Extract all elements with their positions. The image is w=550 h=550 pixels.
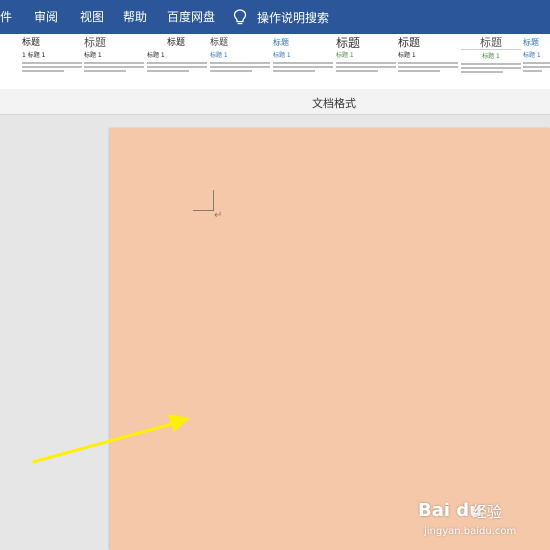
style-thumb[interactable]: 标题 标题 1 <box>336 37 396 87</box>
style-gallery: 标题 1 标题 1 标题 标题 1 标题 标题 1 标题 标题 1 标题 标题 … <box>0 34 550 89</box>
tab-file[interactable]: 件 <box>0 9 12 25</box>
style-subtitle: 标题 1 <box>398 52 416 59</box>
style-title: 标题 <box>398 37 420 49</box>
style-subtitle: 1 标题 1 <box>22 52 46 59</box>
watermark-text: 经验 <box>472 503 503 521</box>
style-title: 标题 <box>523 38 539 47</box>
margin-corner-mark <box>193 190 214 211</box>
style-subtitle: 标题 1 <box>84 52 102 59</box>
group-label-document-formatting: 文档格式 <box>312 97 356 110</box>
style-thumb[interactable]: 标题 标题 1 <box>147 37 207 87</box>
style-title: 标题 <box>167 38 186 48</box>
style-thumb[interactable]: 标题 标题 1 <box>523 37 550 87</box>
tab-baidu-netdisk[interactable]: 百度网盘 <box>167 9 215 25</box>
style-title: 标题 <box>461 37 521 50</box>
style-thumb[interactable]: 标题 标题 1 <box>84 37 144 87</box>
style-title: 标题 <box>336 37 361 50</box>
style-title: 标题 <box>273 38 289 47</box>
document-page[interactable] <box>110 128 550 550</box>
style-thumb[interactable]: 标题 标题 1 <box>398 37 458 87</box>
style-title: 标题 <box>22 38 41 48</box>
style-subtitle: 标题 1 <box>482 53 500 60</box>
style-title: 标题 <box>84 37 106 49</box>
tab-help[interactable]: 帮助 <box>123 9 147 25</box>
style-subtitle: 标题 1 <box>523 52 541 59</box>
ribbon-tab-bar: 件 审阅 视图 帮助 百度网盘 操作说明搜索 <box>0 0 550 34</box>
style-title: 标题 <box>210 38 229 48</box>
watermark-url: jingyan.baidu.com <box>424 526 517 537</box>
tab-view[interactable]: 视图 <box>80 9 104 25</box>
tab-review[interactable]: 审阅 <box>34 9 58 25</box>
style-subtitle: 标题 1 <box>210 52 228 59</box>
style-thumb[interactable]: 标题 标题 1 <box>461 37 521 87</box>
baidu-jingyan-watermark: Bai du 经验 jingyan.baidu.com <box>418 500 550 546</box>
ribbon-group-strip: 文档格式 <box>0 89 550 115</box>
style-thumb[interactable]: 标题 标题 1 <box>210 37 270 87</box>
style-thumb[interactable]: 标题 1 标题 1 <box>22 37 82 87</box>
paragraph-mark: ↵ <box>214 210 223 221</box>
lightbulb-icon <box>233 9 247 25</box>
tell-me-label: 操作说明搜索 <box>257 11 330 25</box>
style-subtitle: 标题 1 <box>336 52 354 59</box>
style-subtitle: 标题 1 <box>273 52 291 59</box>
style-subtitle: 标题 1 <box>147 52 165 59</box>
style-thumb[interactable]: 标题 标题 1 <box>273 37 333 87</box>
